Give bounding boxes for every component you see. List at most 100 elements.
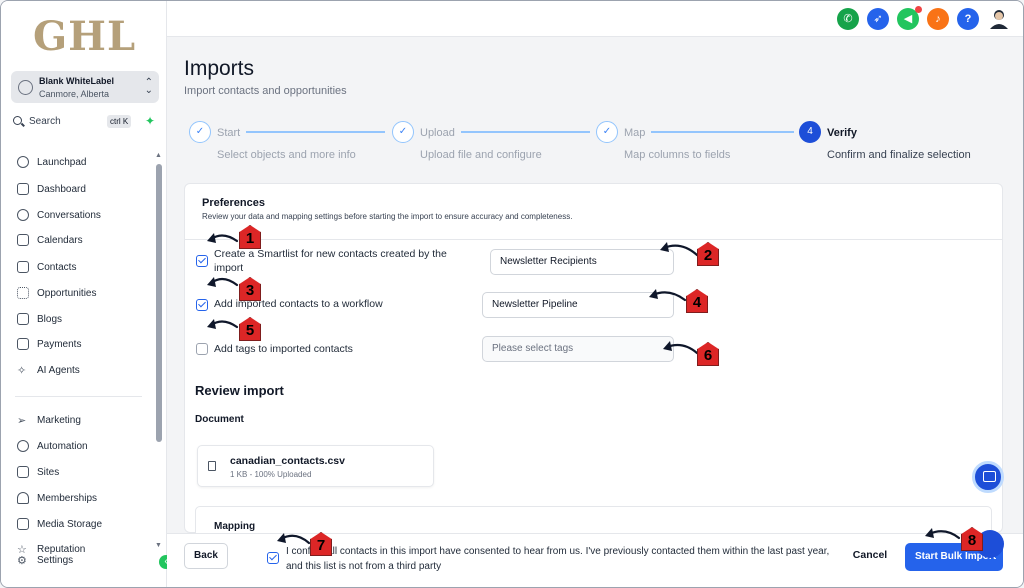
step-4-description: Confirm and finalize selection <box>827 149 971 161</box>
back-button[interactable]: Back <box>184 543 228 569</box>
section-divider <box>185 239 1002 240</box>
annotation-badge-7: 7 <box>310 532 332 556</box>
location-icon <box>18 80 33 95</box>
step-1-title: Start <box>217 127 247 139</box>
sidebar-item-media-storage[interactable]: Media Storage <box>17 515 102 533</box>
sidebar-divider <box>15 396 142 397</box>
annotation-badge-1: 1 <box>239 225 261 249</box>
sidebar-item-ai-agents[interactable]: ✧ AI Agents <box>17 361 80 379</box>
sidebar-scrollbar[interactable] <box>156 164 162 442</box>
grid-icon <box>17 183 29 195</box>
sidebar-item-label: Memberships <box>37 492 98 504</box>
file-icon <box>208 461 216 471</box>
page-title: Imports <box>184 57 255 80</box>
sidebar-item-label: Marketing <box>37 414 81 426</box>
step-3-title: Map <box>624 127 652 139</box>
preferences-title: Preferences <box>202 197 265 209</box>
annotation-badge-5: 5 <box>239 317 261 341</box>
sidebar-item-label: Blogs <box>37 313 63 325</box>
sidebar-item-calendars[interactable]: Calendars <box>17 231 83 249</box>
document-label: Document <box>195 414 244 425</box>
annotation-badge-3: 3 <box>239 277 261 301</box>
step-1-description: Select objects and more info <box>217 149 356 161</box>
tags-checkbox[interactable] <box>196 343 208 355</box>
account-switcher[interactable]: Blank WhiteLabel Canmore, Alberta ⌃ ⌄ <box>11 71 159 103</box>
mapping-label: Mapping <box>214 521 256 532</box>
contacts-icon <box>17 261 29 273</box>
sidebar-item-label: Automation <box>37 440 88 452</box>
sidebar-item-conversations[interactable]: Conversations <box>17 206 101 224</box>
app-window: GHL Blank WhiteLabel Canmore, Alberta ⌃ ⌄… <box>0 0 1024 588</box>
step-2-title: Upload <box>420 127 461 139</box>
smartlist-name-input[interactable]: Newsletter Recipients <box>490 249 674 275</box>
sidebar-item-sites[interactable]: Sites <box>17 463 59 481</box>
annotation-badge-8: 8 <box>961 527 983 551</box>
search-icon <box>13 116 22 125</box>
review-import-title: Review import <box>195 383 284 398</box>
consent-text: I confirm all contacts in this import ha… <box>286 546 830 572</box>
workflow-select[interactable]: Newsletter Pipeline <box>482 292 674 318</box>
sidebar-item-opportunities[interactable]: Opportunities <box>17 284 96 302</box>
user-avatar[interactable] <box>988 7 1010 29</box>
scroll-up-arrow-icon[interactable]: ▲ <box>155 152 162 159</box>
sidebar: GHL Blank WhiteLabel Canmore, Alberta ⌃ ⌄… <box>1 1 167 587</box>
bell-icon[interactable]: ♪ <box>927 8 949 30</box>
search-label: Search <box>29 116 61 127</box>
account-location: Canmore, Alberta <box>39 89 110 99</box>
sidebar-item-contacts[interactable]: Contacts <box>17 258 76 276</box>
sidebar-item-label: Settings <box>37 554 74 566</box>
feedback-chat-icon[interactable] <box>972 461 1004 493</box>
consent-checkbox[interactable] <box>267 552 279 564</box>
quick-action-icon[interactable]: ✦ <box>143 114 157 128</box>
workflow-checkbox[interactable] <box>196 299 208 311</box>
step-3-description: Map columns to fields <box>624 149 731 161</box>
cube-icon <box>17 313 29 325</box>
smartlist-checkbox[interactable] <box>196 255 208 267</box>
scroll-down-arrow-icon[interactable]: ▼ <box>155 542 162 549</box>
help-icon[interactable]: ? <box>957 8 979 30</box>
document-file-card[interactable]: canadian_contacts.csv 1 KB - 100% Upload… <box>197 445 434 487</box>
tags-select[interactable]: Please select tags <box>482 336 674 362</box>
sidebar-item-blogs[interactable]: Blogs <box>17 310 62 328</box>
file-name: canadian_contacts.csv <box>230 455 345 467</box>
annotation-badge-2: 2 <box>697 242 719 266</box>
calendar-icon <box>17 234 29 246</box>
sidebar-item-settings[interactable]: ⚙ Settings <box>17 551 73 569</box>
sidebar-item-label: Launchpad <box>37 156 87 168</box>
sidebar-item-launchpad[interactable]: Launchpad <box>17 153 87 171</box>
sparkle-icon: ✧ <box>17 365 27 377</box>
sidebar-item-marketing[interactable]: ➢ Marketing <box>17 411 81 429</box>
step-4-number[interactable]: 4 <box>799 121 821 143</box>
cancel-button[interactable]: Cancel <box>847 549 893 561</box>
sidebar-item-automation[interactable]: Automation <box>17 437 88 455</box>
smartlist-label: Create a Smartlist for new contacts crea… <box>214 248 447 274</box>
step-2-check-icon[interactable]: ✓ <box>392 121 414 143</box>
sidebar-item-label: Contacts <box>37 261 77 273</box>
rocket-icon <box>17 156 29 168</box>
chat-icon <box>17 209 29 221</box>
sidebar-item-label: Conversations <box>37 209 101 221</box>
image-icon <box>17 518 29 530</box>
send-icon: ➢ <box>17 415 27 427</box>
step-1-check-icon[interactable]: ✓ <box>189 121 211 143</box>
preferences-subtitle: Review your data and mapping settings be… <box>202 212 573 221</box>
notification-dot <box>915 6 922 13</box>
chevron-updown-icon: ⌃ ⌄ <box>144 77 153 96</box>
sites-icon <box>17 466 29 478</box>
search-button[interactable]: Search ctrl K <box>11 114 135 132</box>
top-bar <box>167 1 1023 37</box>
phone-icon[interactable]: ✆ <box>837 8 859 30</box>
sidebar-item-payments[interactable]: Payments <box>17 335 81 353</box>
gear-icon: ⚙ <box>17 555 27 567</box>
sidebar-item-dashboard[interactable]: Dashboard <box>17 180 86 198</box>
sidebar-item-label: Opportunities <box>37 287 97 299</box>
file-meta: 1 KB - 100% Uploaded <box>230 470 312 479</box>
membership-icon <box>17 492 29 504</box>
rocket-icon[interactable]: ➶ <box>867 8 889 30</box>
brand-logo[interactable]: GHL <box>33 13 136 60</box>
step-4-title: Verify <box>827 127 857 139</box>
sidebar-item-memberships[interactable]: Memberships <box>17 489 97 507</box>
step-2-description: Upload file and configure <box>420 149 542 161</box>
sidebar-item-label: Dashboard <box>37 183 86 195</box>
step-3-check-icon[interactable]: ✓ <box>596 121 618 143</box>
